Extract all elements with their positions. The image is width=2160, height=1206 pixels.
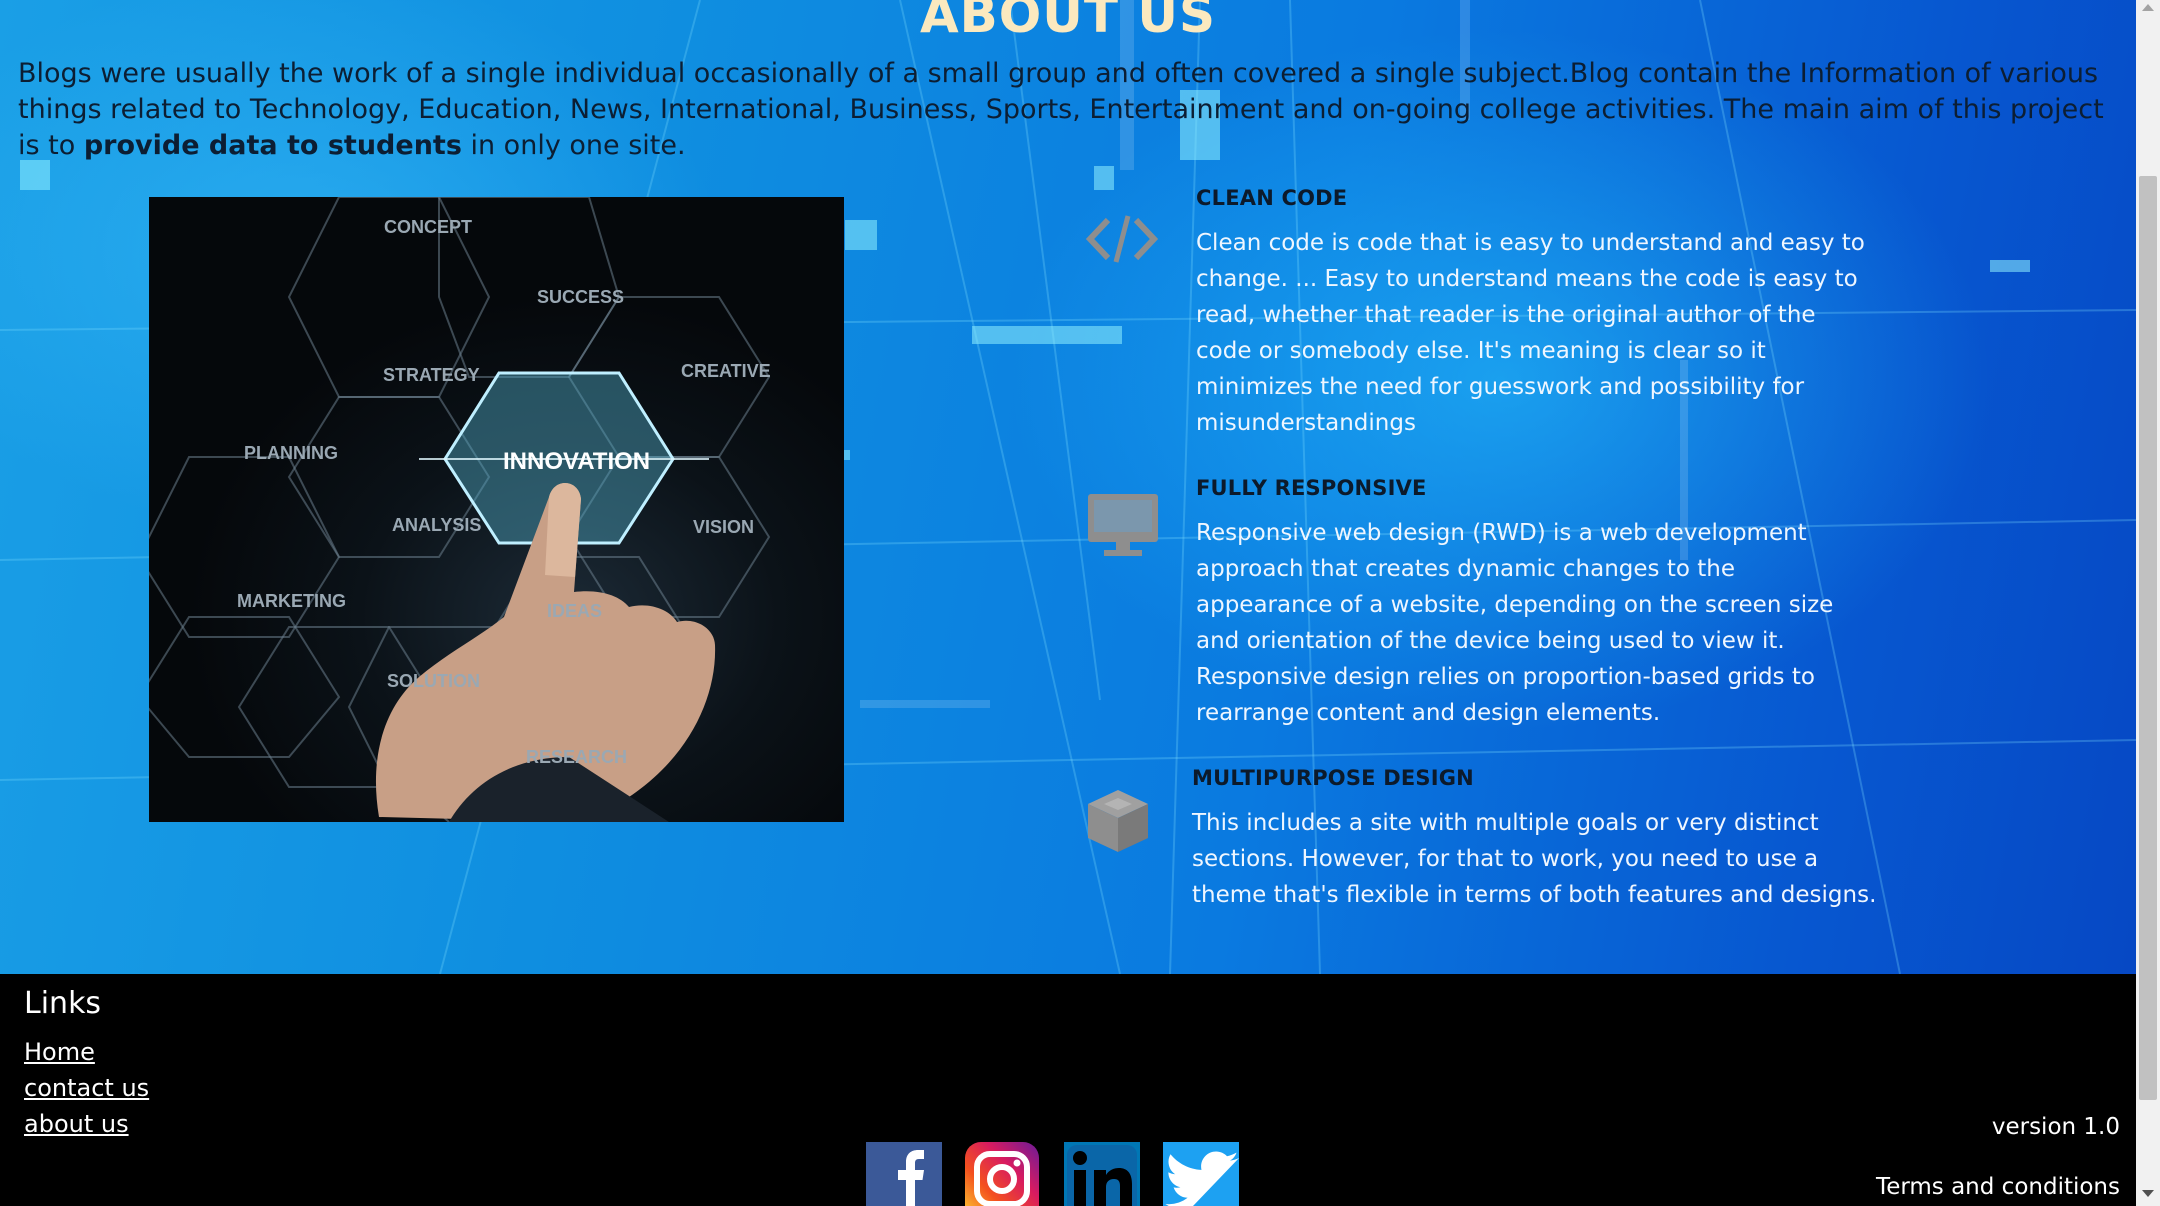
image-label-analysis: ANALYSIS <box>392 515 481 535</box>
intro-text-end: in only one site. <box>461 130 686 161</box>
version-label: version 1.0 <box>1991 1114 2120 1140</box>
footer-link-home[interactable]: Home <box>24 1038 95 1066</box>
image-label-strategy: STRATEGY <box>383 365 480 385</box>
image-label-innovation: INNOVATION <box>503 448 650 475</box>
feature-text-responsive: Responsive web design (RWD) is a web dev… <box>1196 520 1834 726</box>
linkedin-icon[interactable] <box>1064 1142 1140 1206</box>
innovation-graphic: CONCEPT SUCCESS STRATEGY CREATIVE PLANNI… <box>149 197 771 822</box>
intro-highlight: provide data to students <box>83 130 462 161</box>
twitter-icon[interactable] <box>1163 1142 1239 1206</box>
footer-link-about-us[interactable]: about us <box>24 1110 129 1138</box>
feature-title-responsive: FULLY RESPONSIVE <box>1196 476 1427 500</box>
intro-paragraph: Blogs were usually the work of a single … <box>18 56 2123 164</box>
feature-text-clean-code: Clean code is code that is easy to under… <box>1196 230 1865 436</box>
monitor-icon <box>1086 492 1160 562</box>
image-label-marketing: MARKETING <box>237 591 346 611</box>
facebook-icon[interactable] <box>866 1142 942 1206</box>
feature-title-clean-code: CLEAN CODE <box>1196 186 1348 210</box>
cube-icon <box>1086 788 1150 858</box>
scroll-up-icon[interactable] <box>2142 4 2154 11</box>
image-label-success: SUCCESS <box>537 287 624 307</box>
image-label-vision: VISION <box>693 517 754 537</box>
image-label-solution: SOLUTION <box>387 671 480 691</box>
page-title: ABOUT US <box>919 0 1217 44</box>
footer-links-heading: Links <box>24 986 102 1021</box>
image-label-planning: PLANNING <box>244 443 338 463</box>
footer-link-contact-us[interactable]: contact us <box>24 1074 149 1102</box>
vertical-scrollbar[interactable] <box>2136 0 2160 1206</box>
scrollbar-thumb[interactable] <box>2139 176 2157 1100</box>
instagram-icon[interactable] <box>965 1142 1039 1206</box>
image-label-concept: CONCEPT <box>384 217 472 237</box>
code-icon <box>1085 212 1159 270</box>
about-section: ABOUT US Blogs were usually the work of … <box>0 0 2136 974</box>
image-label-research: RESEARCH <box>526 747 627 767</box>
image-label-ideas: IDEAS <box>547 601 602 621</box>
innovation-image: CONCEPT SUCCESS STRATEGY CREATIVE PLANNI… <box>149 197 844 822</box>
feature-text-multipurpose: This includes a site with multiple goals… <box>1192 810 1877 908</box>
scroll-down-icon[interactable] <box>2142 1190 2154 1197</box>
image-label-creative: CREATIVE <box>681 361 771 381</box>
terms-link[interactable]: Terms and conditions <box>1876 1174 2120 1200</box>
site-footer: Links Home contact us about us version 1… <box>0 974 2136 1206</box>
feature-title-multipurpose: MULTIPURPOSE DESIGN <box>1192 766 1474 790</box>
